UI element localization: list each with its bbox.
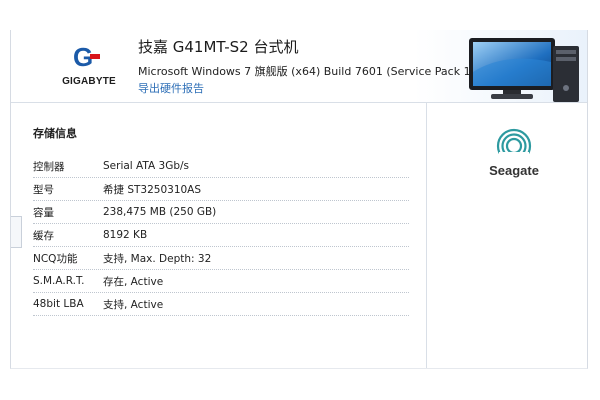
table-row: 控制器 Serial ATA 3Gb/s — [33, 155, 409, 178]
seagate-logo: Seagate — [479, 128, 549, 208]
row-label: NCQ功能 — [33, 252, 78, 265]
desktop-computer-icon — [469, 38, 579, 102]
row-label: 控制器 — [33, 160, 65, 173]
gigabyte-g-icon: G — [73, 42, 100, 72]
gigabyte-logo: G GIGABYTE — [51, 40, 127, 92]
row-value: Serial ATA 3Gb/s — [103, 160, 190, 172]
row-label: 48bit LBA — [33, 298, 84, 310]
row-value: 支持, Max. Depth: 32 — [103, 252, 212, 265]
os-info: Microsoft Windows 7 旗舰版 (x64) Build 7601… — [138, 65, 475, 78]
table-row: NCQ功能 支持, Max. Depth: 32 — [33, 247, 409, 270]
row-label: 型号 — [33, 183, 54, 196]
row-value: 238,475 MB (250 GB) — [103, 206, 217, 218]
row-value: 8192 KB — [103, 229, 148, 241]
section-title: 存储信息 — [33, 127, 77, 140]
table-row: 容量 238,475 MB (250 GB) — [33, 201, 409, 224]
row-value: 存在, Active — [103, 275, 164, 288]
hardware-report-window: G GIGABYTE 技嘉 G41MT-S2 台式机 Microsoft Win… — [10, 30, 588, 369]
table-row: 缓存 8192 KB — [33, 224, 409, 247]
table-row: 48bit LBA 支持, Active — [33, 293, 409, 316]
row-value: 希捷 ST3250310AS — [103, 183, 202, 196]
seagate-swirl-icon — [496, 128, 532, 164]
gigabyte-wordmark: GIGABYTE — [62, 76, 116, 87]
table-row: S.M.A.R.T. 存在, Active — [33, 270, 409, 293]
export-report-link[interactable]: 导出硬件报告 — [138, 80, 204, 96]
device-header: G GIGABYTE 技嘉 G41MT-S2 台式机 Microsoft Win… — [11, 30, 587, 103]
storage-details-panel: 存储信息 控制器 Serial ATA 3Gb/s 型号 希捷 ST325031… — [11, 103, 427, 368]
table-row: 型号 希捷 ST3250310AS — [33, 178, 409, 201]
row-value: 支持, Active — [103, 298, 164, 311]
row-label: 容量 — [33, 206, 54, 219]
storage-info-table: 控制器 Serial ATA 3Gb/s 型号 希捷 ST3250310AS 容… — [33, 155, 409, 316]
device-title: 技嘉 G41MT-S2 台式机 — [138, 38, 299, 56]
seagate-wordmark: Seagate — [489, 163, 539, 178]
row-label: 缓存 — [33, 229, 54, 242]
row-label: S.M.A.R.T. — [33, 275, 85, 287]
